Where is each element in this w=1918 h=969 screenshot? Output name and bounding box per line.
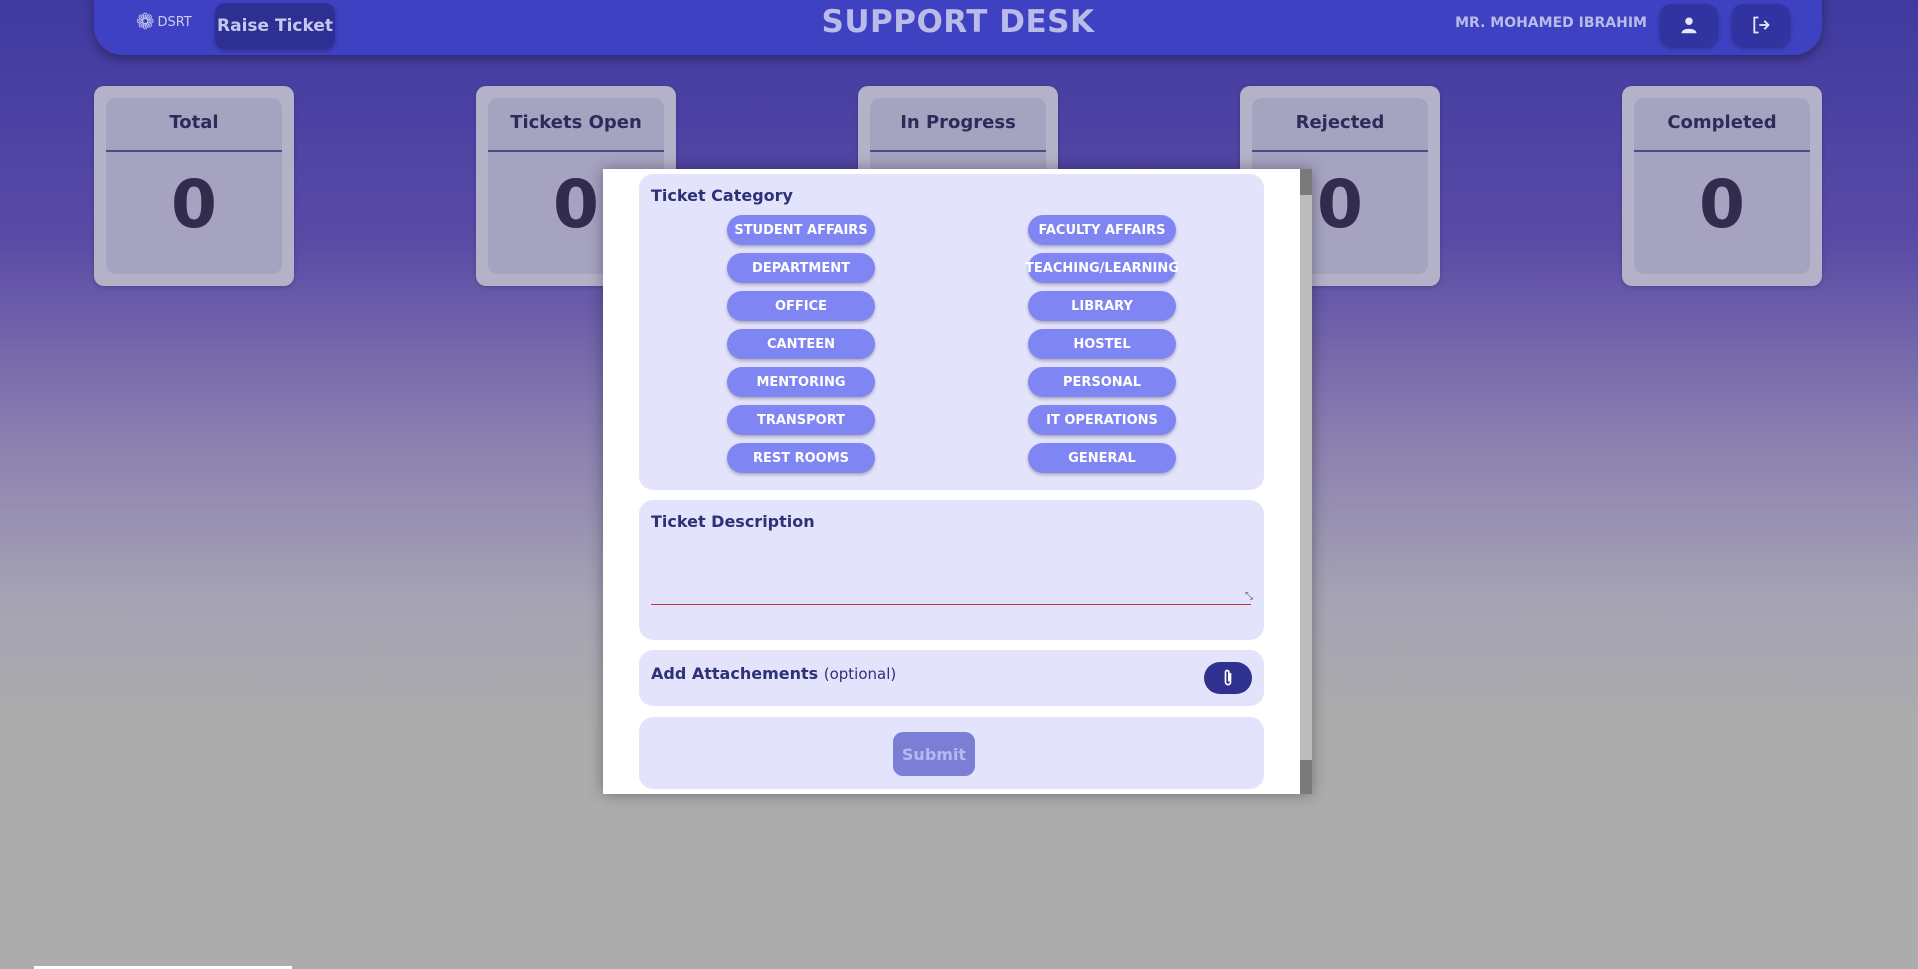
add-attachment-button[interactable] — [1204, 662, 1252, 694]
submit-section: Submit — [639, 717, 1264, 789]
top-bar: ❁ DSRT Raise Ticket SUPPORT DESK MR. MOH… — [94, 0, 1822, 55]
raise-ticket-modal: Ticket Category STUDENT AFFAIRS DEPARTME… — [603, 169, 1312, 794]
divider — [1252, 150, 1428, 152]
user-icon — [1681, 17, 1697, 34]
divider — [1634, 150, 1810, 152]
attachments-label: Add Attachements (optional) — [651, 664, 896, 683]
ticket-description-section: Ticket Description ⤡ — [639, 500, 1264, 640]
ticket-description-title: Ticket Description — [651, 512, 815, 531]
paperclip-icon — [1224, 669, 1232, 686]
divider — [488, 150, 664, 152]
stat-label: Completed — [1667, 112, 1777, 133]
divider — [870, 150, 1046, 152]
attachments-section: Add Attachements (optional) — [639, 650, 1264, 706]
category-teaching-learning[interactable]: TEACHING/LEARNING — [1025, 253, 1179, 283]
category-mentoring[interactable]: MENTORING — [727, 367, 875, 397]
category-student-affairs[interactable]: STUDENT AFFAIRS — [727, 215, 875, 245]
scrollbar-thumb[interactable] — [1300, 169, 1312, 794]
logout-button[interactable] — [1732, 4, 1790, 46]
category-library[interactable]: LIBRARY — [1028, 291, 1176, 321]
stat-card-total: Total 0 — [94, 86, 294, 286]
stat-card-completed: Completed 0 — [1622, 86, 1822, 286]
divider — [106, 150, 282, 152]
category-transport[interactable]: TRANSPORT — [727, 405, 875, 435]
attachments-title: Add Attachements — [651, 664, 819, 683]
ticket-category-section: Ticket Category STUDENT AFFAIRS DEPARTME… — [639, 174, 1264, 490]
submit-button[interactable]: Submit — [893, 732, 975, 776]
category-rest-rooms[interactable]: REST ROOMS — [727, 443, 875, 473]
category-faculty-affairs[interactable]: FACULTY AFFAIRS — [1028, 215, 1176, 245]
stat-label: Total — [169, 112, 219, 133]
ticket-description-textarea[interactable]: ⤡ — [651, 544, 1253, 605]
category-personal[interactable]: PERSONAL — [1028, 367, 1176, 397]
stat-value: 0 — [1699, 166, 1745, 243]
category-it-operations[interactable]: IT OPERATIONS — [1028, 405, 1176, 435]
category-hostel[interactable]: HOSTEL — [1028, 329, 1176, 359]
ticket-category-title: Ticket Category — [651, 186, 793, 205]
modal-scrollbar[interactable] — [1300, 169, 1312, 794]
username-label: MR. MOHAMED IBRAHIM — [1455, 15, 1647, 31]
stat-label: Rejected — [1295, 112, 1385, 133]
scroll-down-arrow[interactable] — [1300, 760, 1312, 794]
category-canteen[interactable]: CANTEEN — [727, 329, 875, 359]
attachments-optional: (optional) — [823, 665, 897, 683]
stat-label: Tickets Open — [510, 112, 642, 133]
category-general[interactable]: GENERAL — [1028, 443, 1176, 473]
category-office[interactable]: OFFICE — [727, 291, 875, 321]
logout-icon — [1753, 16, 1770, 34]
scroll-up-arrow[interactable] — [1300, 169, 1312, 195]
category-department[interactable]: DEPARTMENT — [727, 253, 875, 283]
profile-button[interactable] — [1660, 4, 1718, 46]
stat-value: 0 — [171, 166, 217, 243]
stat-label: In Progress — [900, 112, 1016, 133]
resize-handle-icon[interactable]: ⤡ — [1245, 591, 1253, 602]
